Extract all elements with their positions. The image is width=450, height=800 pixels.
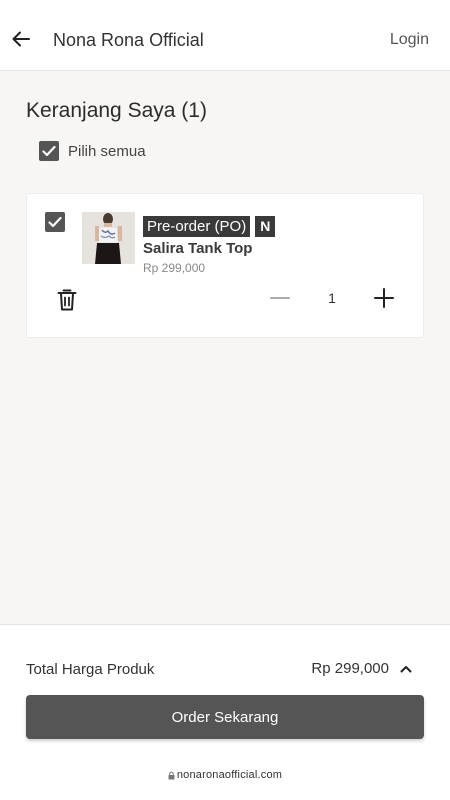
expand-summary-button[interactable]	[398, 661, 414, 677]
cart-item-card: Pre-order (PO) N Salira Tank Top Rp 299,…	[26, 193, 424, 338]
badge-row: Pre-order (PO) N	[143, 216, 276, 237]
login-link[interactable]: Login	[390, 30, 429, 50]
product-image[interactable]	[82, 212, 135, 264]
url-text: nonaronaofficial.com	[176, 769, 283, 781]
chevron-up-icon	[400, 666, 412, 673]
select-all-label: Pilih semua	[68, 142, 146, 160]
product-price: Rp 299,000	[143, 261, 206, 275]
plus-icon	[374, 288, 394, 308]
total-label: Total Harga Produk	[26, 661, 155, 678]
check-icon	[48, 216, 62, 228]
browser-url-bar[interactable]: nonaronaofficial.com	[0, 765, 450, 800]
lock-icon	[168, 771, 175, 779]
quantity-decrease-button[interactable]	[269, 287, 291, 309]
preorder-badge: Pre-order (PO)	[143, 216, 251, 237]
order-now-button[interactable]: Order Sekarang	[26, 695, 424, 739]
product-name[interactable]: Salira Tank Top	[143, 240, 252, 258]
product-photo-icon	[82, 212, 135, 264]
new-badge: N	[255, 216, 276, 237]
select-all[interactable]: Pilih semua	[39, 141, 146, 161]
check-icon	[42, 145, 56, 157]
back-button[interactable]	[10, 28, 32, 50]
app-header: Nona Rona Official Login	[0, 0, 450, 71]
delete-item-button[interactable]	[56, 288, 78, 312]
arrow-left-icon	[12, 31, 30, 47]
select-all-checkbox[interactable]	[39, 141, 59, 161]
store-title: Nona Rona Official	[53, 30, 204, 50]
page-title: Keranjang Saya (1)	[26, 99, 207, 122]
checkout-footer: Total Harga Produk Rp 299,000 Order Seka…	[0, 624, 450, 765]
trash-icon	[57, 289, 77, 311]
quantity-value: 1	[328, 290, 336, 306]
total-value: Rp 299,000	[311, 660, 389, 677]
quantity-increase-button[interactable]	[373, 287, 395, 309]
item-checkbox[interactable]	[45, 212, 65, 232]
minus-icon	[270, 297, 290, 299]
